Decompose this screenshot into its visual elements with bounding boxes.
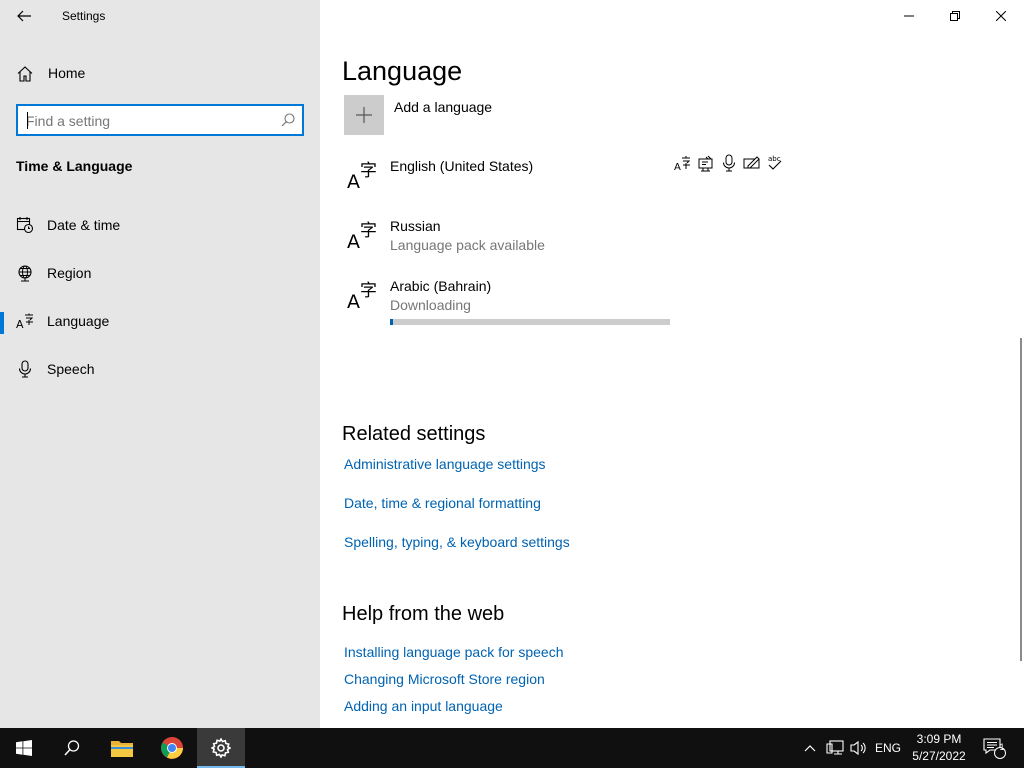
- link-adding-input-language[interactable]: Adding an input language: [344, 698, 503, 714]
- add-language-label: Add a language: [394, 99, 493, 115]
- download-progress-bar: [390, 319, 670, 325]
- spell-check-icon: abc: [768, 155, 782, 170]
- sidebar-item-speech[interactable]: Speech: [0, 350, 320, 390]
- language-item-arabic[interactable]: A字 Arabic (Bahrain) Downloading: [342, 274, 802, 330]
- language-feature-icons: A abc: [674, 154, 784, 172]
- language-icon: A: [16, 313, 34, 330]
- start-button[interactable]: [0, 728, 48, 768]
- svg-text:A: A: [347, 291, 360, 310]
- sidebar-item-language[interactable]: A Language: [0, 302, 320, 342]
- svg-text:字: 字: [360, 281, 377, 301]
- svg-text:字: 字: [360, 161, 377, 181]
- globe-icon: [18, 265, 32, 282]
- svg-text:A: A: [674, 162, 681, 172]
- action-center-button[interactable]: 1: [978, 728, 1010, 768]
- window-controls: [886, 0, 1024, 32]
- language-glyph-icon: A字: [347, 221, 377, 250]
- text-to-speech-icon: [698, 155, 713, 172]
- taskbar-search-button[interactable]: [48, 728, 96, 768]
- sidebar-item-region[interactable]: Region: [0, 254, 320, 294]
- language-name: English (United States): [390, 158, 534, 174]
- svg-text:字: 字: [360, 221, 377, 241]
- plus-icon: [356, 107, 372, 123]
- network-button[interactable]: [824, 728, 846, 768]
- file-explorer-button[interactable]: [98, 728, 146, 768]
- link-spelling-typing-keyboard-settings[interactable]: Spelling, typing, & keyboard settings: [344, 534, 570, 550]
- clock-date: 5/27/2022: [912, 749, 966, 763]
- gear-icon: [211, 738, 231, 758]
- input-language-indicator[interactable]: ENG: [872, 728, 904, 768]
- display-language-icon: A: [674, 156, 691, 172]
- language-name: Russian: [390, 218, 441, 234]
- app-title: Settings: [62, 9, 106, 23]
- related-settings-heading: Related settings: [342, 423, 486, 445]
- sidebar-item-date-time[interactable]: Date & time: [0, 206, 320, 246]
- minimize-icon: [904, 15, 914, 17]
- help-from-web-heading: Help from the web: [342, 603, 505, 625]
- restore-button[interactable]: [932, 0, 978, 32]
- svg-text:A: A: [347, 231, 360, 250]
- home-nav-item[interactable]: Home: [0, 56, 320, 92]
- clock-time: 3:09 PM: [916, 732, 962, 746]
- svg-text:A: A: [16, 318, 24, 330]
- chrome-icon: [161, 737, 183, 759]
- vertical-scrollbar[interactable]: [1020, 338, 1022, 661]
- link-date-time-regional-formatting[interactable]: Date, time & regional formatting: [344, 495, 541, 511]
- selection-indicator: [0, 312, 4, 334]
- link-installing-language-pack-speech[interactable]: Installing language pack for speech: [344, 644, 563, 660]
- home-icon: [17, 66, 33, 82]
- link-administrative-language-settings[interactable]: Administrative language settings: [344, 456, 546, 472]
- page-title: Language: [342, 56, 463, 86]
- date-time-icon: [16, 217, 34, 234]
- microphone-icon: [18, 360, 32, 378]
- taskbar: ENG 3:09 PM 5/27/2022 1: [0, 728, 1024, 768]
- language-name: Arabic (Bahrain): [390, 278, 492, 294]
- volume-button[interactable]: [848, 728, 870, 768]
- show-hidden-icons-button[interactable]: [800, 728, 820, 768]
- handwriting-icon: [743, 156, 760, 169]
- close-icon: [996, 11, 1006, 21]
- settings-taskbar-button[interactable]: [197, 728, 245, 768]
- language-glyph-icon: A字: [347, 161, 377, 190]
- network-icon: [826, 740, 844, 755]
- chrome-button[interactable]: [148, 728, 196, 768]
- sidebar-item-label: Language: [47, 313, 110, 329]
- sidebar-item-label: Speech: [47, 361, 95, 377]
- minimize-button[interactable]: [886, 0, 932, 32]
- sidebar-item-label: Region: [47, 265, 92, 281]
- close-button[interactable]: [978, 0, 1024, 32]
- download-progress-fill: [390, 319, 393, 325]
- speech-recognition-icon: [723, 154, 735, 172]
- sidebar-item-label: Date & time: [47, 217, 121, 233]
- notification-count: 1: [999, 742, 1005, 752]
- sidebar: Settings Home Time & Language Date & tim…: [0, 0, 320, 728]
- home-label: Home: [48, 65, 86, 81]
- svg-text:abc: abc: [768, 155, 781, 163]
- main-content: Language Add a language A字 English (Unit…: [320, 0, 1024, 728]
- link-changing-microsoft-store-region[interactable]: Changing Microsoft Store region: [344, 671, 545, 687]
- windows-logo-icon: [16, 740, 32, 756]
- search-box[interactable]: [16, 104, 304, 136]
- search-icon: [64, 740, 80, 756]
- back-arrow-icon: [17, 10, 31, 22]
- restore-icon: [950, 11, 960, 21]
- folder-icon: [111, 741, 133, 757]
- back-button[interactable]: [8, 2, 40, 30]
- language-item-russian[interactable]: A字 Russian Language pack available: [342, 214, 802, 270]
- search-input[interactable]: [26, 111, 266, 131]
- svg-text:A: A: [347, 171, 360, 190]
- search-icon[interactable]: [280, 112, 296, 128]
- language-status: Language pack available: [390, 237, 545, 253]
- text-caret: [27, 112, 28, 129]
- language-glyph-icon: A字: [347, 281, 377, 310]
- title-bar: Settings: [0, 0, 320, 32]
- chevron-up-icon: [804, 745, 816, 752]
- section-title: Time & Language: [16, 158, 133, 174]
- add-language-tile[interactable]: [344, 95, 384, 135]
- language-status: Downloading: [390, 297, 471, 313]
- clock[interactable]: 3:09 PM 5/27/2022: [905, 731, 973, 765]
- speaker-icon: [850, 740, 866, 756]
